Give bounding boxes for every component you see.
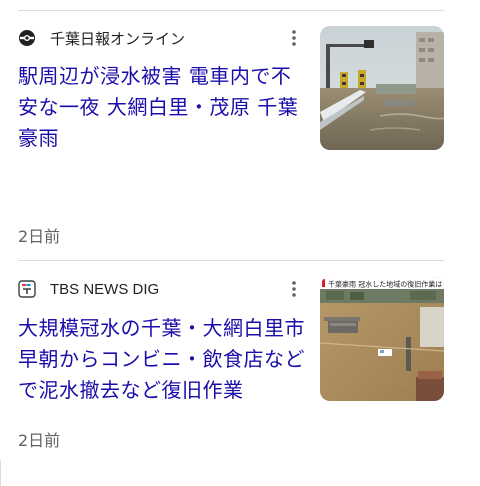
tbs-news-dig-logo-icon — [18, 280, 36, 298]
source-row: TBS NEWS DIG — [18, 277, 159, 301]
news-feed: 千葉日報オンライン 駅周辺が浸水被害 電車内で不安な一夜 大網白里・茂原 千葉豪… — [0, 0, 480, 486]
more-options-button[interactable] — [286, 277, 302, 301]
thumbnail-caption: 千葉豪雨 冠水した地域の復旧作業は — [328, 280, 442, 289]
news-card[interactable]: TBS NEWS DIG 大規模冠水の千葉・大網白里市 早朝からコンビニ・飲食店… — [0, 0, 480, 460]
article-timestamp: 2日前 — [18, 431, 61, 450]
more-vert-icon — [292, 281, 296, 297]
aerial-flood-video-frame: 千葉豪雨 冠水した地域の復旧作業は — [320, 277, 444, 401]
bottom-edge — [0, 460, 1, 486]
source-name: TBS NEWS DIG — [50, 280, 160, 298]
article-headline[interactable]: 大規模冠水の千葉・大網白里市 早朝からコンビニ・飲食店などで泥水撤去など復旧作業 — [18, 313, 308, 406]
article-thumbnail[interactable]: 千葉豪雨 冠水した地域の復旧作業は — [320, 277, 444, 401]
